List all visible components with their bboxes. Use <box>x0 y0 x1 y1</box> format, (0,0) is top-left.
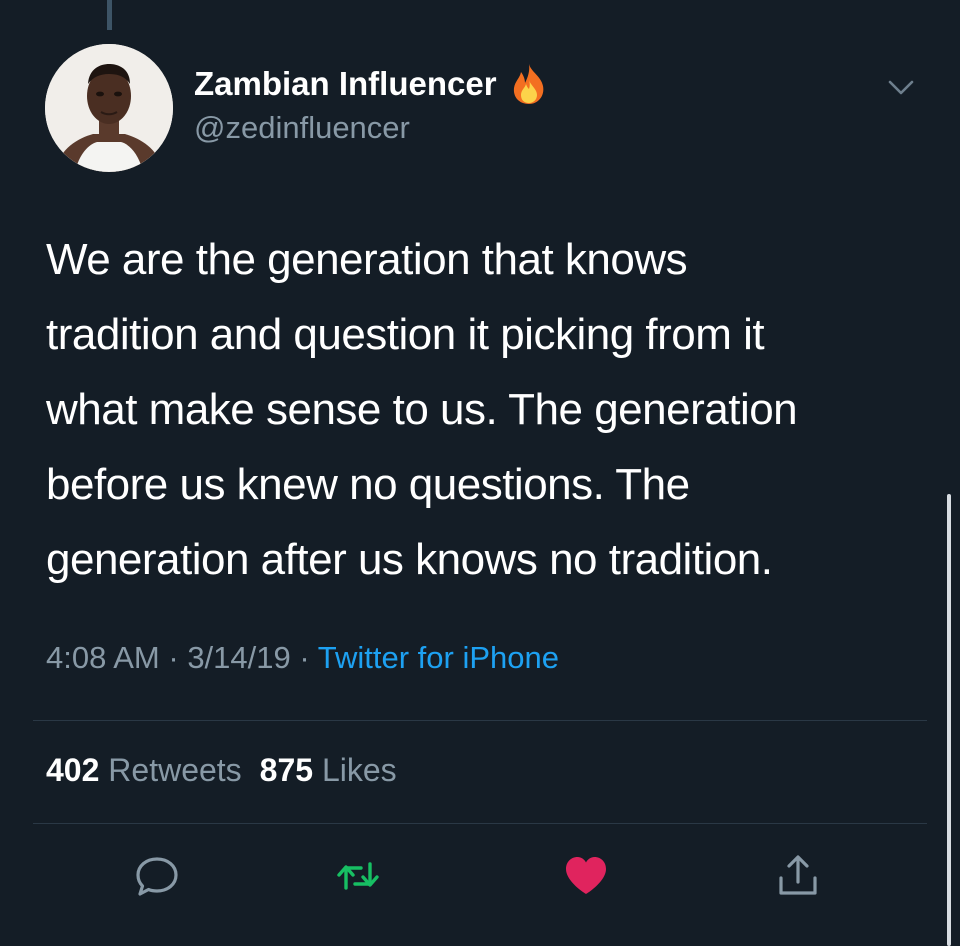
like-icon <box>566 857 606 894</box>
share-button[interactable] <box>774 852 822 900</box>
tweet-time[interactable]: 4:08 AM <box>46 640 160 675</box>
reply-button[interactable] <box>133 852 181 900</box>
avatar-photo <box>45 44 173 172</box>
display-name-text[interactable]: Zambian Influencer <box>194 65 497 103</box>
retweets-count: 402 <box>46 752 100 788</box>
likes-label: Likes <box>321 752 397 788</box>
meta-separator: · <box>159 640 188 675</box>
likes-stat[interactable]: 875 Likes <box>260 752 397 788</box>
divider <box>33 823 927 824</box>
like-button[interactable] <box>562 852 610 900</box>
scrollbar[interactable] <box>947 494 951 946</box>
tweet-metadata: 4:08 AM · 3/14/19 · Twitter for iPhone <box>46 640 559 676</box>
tweet-text: We are the generation that knows traditi… <box>46 235 798 584</box>
reply-icon <box>136 857 178 896</box>
retweet-button[interactable] <box>334 852 382 900</box>
avatar[interactable] <box>45 44 173 172</box>
retweets-stat[interactable]: 402 Retweets <box>46 752 242 788</box>
user-handle[interactable]: @zedinfluencer <box>194 110 410 146</box>
tweet-source-link[interactable]: Twitter for iPhone <box>318 640 559 675</box>
fire-icon <box>509 62 549 106</box>
share-icon <box>779 855 817 895</box>
retweets-label: Retweets <box>108 752 242 788</box>
divider <box>33 720 927 721</box>
engagement-stats: 402 Retweets 875 Likes <box>46 752 397 789</box>
chevron-down-icon[interactable] <box>882 74 920 102</box>
display-name[interactable]: Zambian Influencer <box>194 62 549 106</box>
retweet-icon <box>337 862 379 890</box>
tweet-date[interactable]: 3/14/19 <box>187 640 290 675</box>
meta-separator: · <box>290 640 318 675</box>
likes-count: 875 <box>259 752 314 788</box>
thread-connector-line <box>107 0 112 30</box>
